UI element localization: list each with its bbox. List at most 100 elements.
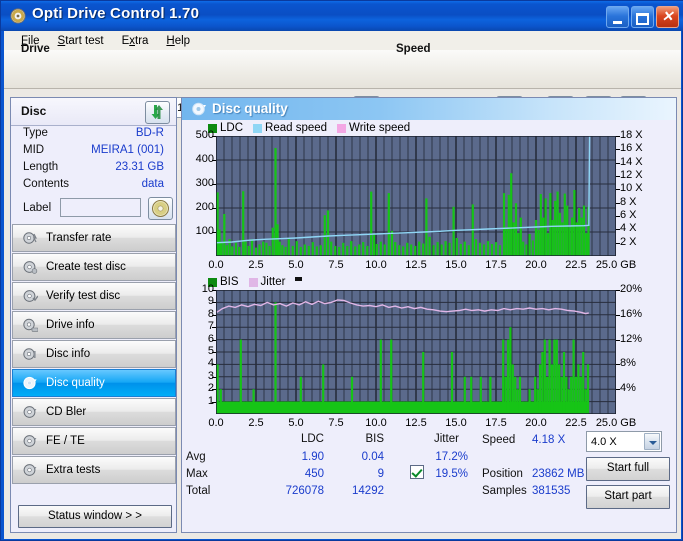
disc-info-row: MID MEIRA1 (001) bbox=[11, 143, 176, 160]
sidebar-item-extra-tests[interactable]: Extra tests bbox=[12, 456, 176, 484]
disc-label-label: Label bbox=[23, 202, 52, 214]
y2-tick bbox=[616, 229, 620, 231]
y-tick-label: 400 bbox=[195, 153, 214, 165]
sidebar-item-label: Disc quality bbox=[46, 377, 105, 389]
disc-panel-header: Disc bbox=[11, 98, 176, 126]
disc-length-value: 23.31 GB bbox=[115, 161, 164, 173]
disc-type-value: BD-R bbox=[135, 127, 164, 139]
sidebar-item-fe-te[interactable]: FE / TE bbox=[12, 427, 176, 455]
disc-info-row: Contents data bbox=[11, 177, 176, 194]
menu-item-extra[interactable]: Extra bbox=[113, 33, 158, 49]
menu-item-help[interactable]: Help bbox=[157, 33, 199, 49]
status-window-button[interactable]: Status window > > bbox=[18, 505, 172, 528]
stats-total-bis: 14292 bbox=[352, 485, 384, 497]
y-tick bbox=[212, 339, 216, 341]
y2-tick-label: 4 X bbox=[620, 222, 637, 235]
x-tick-label: 25.0 GB bbox=[595, 259, 637, 271]
disc-drive-icon bbox=[22, 317, 39, 333]
y2-tick bbox=[616, 189, 620, 191]
y-tick bbox=[212, 364, 216, 366]
quality-speed-value: 4.0 X bbox=[591, 435, 617, 448]
jitter-checkbox[interactable] bbox=[410, 465, 424, 479]
disc-refresh-button[interactable] bbox=[145, 101, 170, 124]
stats-area: LDC BIS Jitter Avg 1.90 0.04 17.2% Max 4… bbox=[182, 430, 676, 510]
toolbar bbox=[4, 50, 681, 89]
disc-info-list: Type BD-R MID MEIRA1 (001) Length 23.31 … bbox=[11, 126, 176, 222]
y2-tick-label: 8% bbox=[620, 357, 636, 370]
legend-label-read-speed: Read speed bbox=[265, 122, 328, 134]
sidebar-item-disc-quality[interactable]: Disc quality bbox=[12, 369, 176, 397]
sidebar-item-disc-info[interactable]: Disc info bbox=[12, 340, 176, 368]
y-tick-label: 6 bbox=[207, 332, 214, 345]
y-tick bbox=[212, 327, 216, 329]
legend-label-ldc: LDC bbox=[220, 122, 244, 134]
legend-label-write-speed: Write speed bbox=[349, 122, 411, 134]
menu-help-rest: elp bbox=[174, 34, 191, 47]
disc-mid-value: MEIRA1 (001) bbox=[91, 144, 164, 156]
disc-label-button[interactable] bbox=[148, 197, 173, 220]
y-tick-label: 5 bbox=[207, 345, 214, 357]
maximize-button[interactable] bbox=[631, 6, 654, 28]
quality-speed-select[interactable]: 4.0 X bbox=[586, 431, 662, 452]
legend-swatch-jitter bbox=[248, 277, 258, 287]
disc-label-input[interactable] bbox=[60, 198, 141, 217]
y-tick bbox=[212, 136, 216, 137]
minimize-button[interactable] bbox=[606, 6, 629, 28]
y-tick-label: 9 bbox=[207, 295, 214, 308]
y-tick-label: 500 bbox=[195, 129, 214, 141]
disc-fete-icon bbox=[22, 433, 38, 449]
ldc-read-speed-chart bbox=[215, 135, 617, 257]
speed-label: Speed bbox=[396, 43, 431, 55]
refresh-icon bbox=[151, 105, 163, 119]
stats-avg-jitter: 17.2% bbox=[435, 451, 468, 463]
y-tick-label: 300 bbox=[195, 177, 214, 189]
app-disc-icon bbox=[10, 8, 26, 24]
y2-tick bbox=[616, 216, 620, 217]
y2-tick-label: 18 X bbox=[620, 129, 643, 141]
y-tick bbox=[212, 401, 216, 403]
sidebar-item-drive-info[interactable]: Drive info bbox=[12, 311, 176, 339]
x-tick-label: 25.0 GB bbox=[595, 417, 637, 429]
menu-item-start-test[interactable]: Start test bbox=[49, 33, 113, 49]
legend-marker-extra bbox=[295, 277, 303, 281]
y-tick-label: 8 bbox=[207, 307, 214, 320]
y-tick bbox=[212, 232, 216, 233]
y2-tick-label: 6 X bbox=[620, 209, 637, 221]
y2-tick-label: 20% bbox=[620, 283, 643, 295]
main-panel: Disc quality LDC Read speed Write speed … bbox=[181, 97, 677, 533]
app-root: Opti Drive Control 1.70 ✕ File Start tes… bbox=[0, 0, 683, 541]
sidebar-item-verify-test-disc[interactable]: Verify test disc bbox=[12, 282, 176, 310]
sidebar-item-label: Create test disc bbox=[46, 261, 126, 273]
disc-verify-icon bbox=[22, 288, 39, 304]
sidebar-item-label: CD Bler bbox=[46, 406, 87, 418]
stats-avg-bis: 0.04 bbox=[361, 451, 384, 463]
disc-type-label: Type bbox=[23, 127, 48, 139]
y-tick-label: 4 bbox=[207, 357, 214, 370]
sidebar-item-create-test-disc[interactable]: Create test disc bbox=[12, 253, 176, 281]
y2-tick-label: 2 X bbox=[620, 235, 637, 248]
start-part-button[interactable]: Start part bbox=[586, 485, 670, 509]
quality-speed-chevron-down-icon[interactable] bbox=[644, 433, 660, 450]
start-full-button[interactable]: Start full bbox=[586, 457, 670, 481]
disc-info-row: Type BD-R bbox=[11, 126, 176, 143]
sidebar-item-transfer-rate[interactable]: Transfer rate bbox=[12, 224, 176, 252]
close-button[interactable]: ✕ bbox=[656, 6, 679, 28]
y-tick bbox=[212, 160, 216, 161]
disc-icon bbox=[152, 200, 169, 217]
sidebar-item-label: FE / TE bbox=[46, 435, 85, 447]
y2-tick-label: 10 X bbox=[620, 182, 643, 195]
disc-extra-icon bbox=[22, 462, 38, 478]
y2-tick bbox=[616, 162, 620, 164]
stats-row-avg: Avg bbox=[186, 451, 206, 463]
y2-tick-label: 8 X bbox=[620, 195, 637, 208]
disc-mid-label: MID bbox=[23, 144, 45, 156]
title-bar: Opti Drive Control 1.70 ✕ bbox=[1, 1, 683, 31]
y-tick bbox=[212, 184, 216, 185]
stats-speed-label: Speed bbox=[482, 434, 516, 446]
menu-bar: File Start test Extra Help bbox=[4, 31, 681, 51]
chart1-legend: LDC Read speed Write speed bbox=[208, 122, 416, 134]
y-tick bbox=[212, 290, 216, 291]
y-tick bbox=[212, 352, 216, 353]
menu-start-rest: tart test bbox=[65, 34, 104, 47]
sidebar-item-cd-bler[interactable]: CD Bler bbox=[12, 398, 176, 426]
